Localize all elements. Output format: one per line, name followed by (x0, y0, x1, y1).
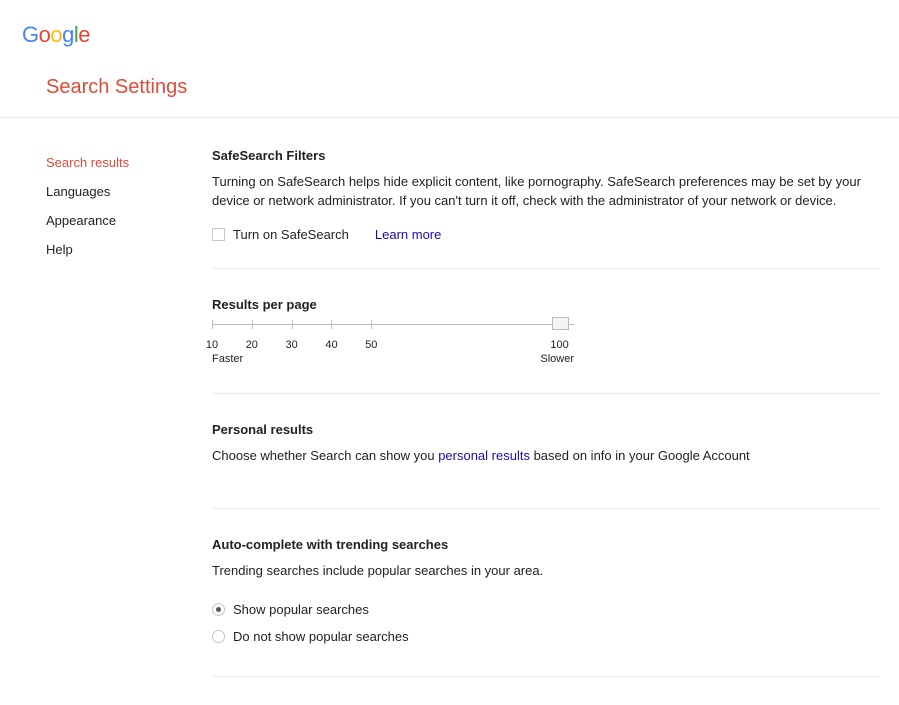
results-per-page-title: Results per page (212, 297, 880, 312)
sidebar: Search results Languages Appearance Help (46, 148, 212, 705)
safesearch-checkbox[interactable] (212, 228, 225, 241)
slider-label: 30 (286, 339, 298, 351)
autocomplete-title: Auto-complete with trending searches (212, 537, 880, 552)
personal-desc: Choose whether Search can show you perso… (212, 447, 880, 466)
learn-more-link[interactable]: Learn more (375, 227, 441, 242)
slider-tick (292, 320, 293, 329)
autocomplete-desc: Trending searches include popular search… (212, 562, 880, 581)
radio-show-popular[interactable] (212, 603, 225, 616)
safesearch-checkbox-label[interactable]: Turn on SafeSearch (233, 227, 349, 242)
section-autocomplete: Auto-complete with trending searches Tre… (212, 537, 880, 678)
section-personal-results: Personal results Choose whether Search c… (212, 422, 880, 509)
slider-handle[interactable] (552, 317, 569, 330)
results-slider[interactable]: 10 20 30 40 50 100 Faster Slower (212, 324, 574, 367)
safesearch-desc: Turning on SafeSearch helps hide explici… (212, 173, 880, 211)
personal-title: Personal results (212, 422, 880, 437)
autocomplete-option-hide[interactable]: Do not show popular searches (212, 623, 880, 650)
safesearch-title: SafeSearch Filters (212, 148, 880, 163)
main: SafeSearch Filters Turning on SafeSearch… (212, 148, 880, 705)
slider-labels: 10 20 30 40 50 100 (212, 339, 574, 353)
slider-label: 10 (206, 339, 218, 351)
header: Google (0, 0, 899, 48)
autocomplete-option-show[interactable]: Show popular searches (212, 596, 880, 623)
slider-hints: Faster Slower (212, 353, 574, 367)
slider-track (212, 324, 574, 325)
slider-tick (371, 320, 372, 329)
slider-label: 40 (325, 339, 337, 351)
sidebar-item-appearance[interactable]: Appearance (46, 206, 212, 235)
slider-label: 20 (246, 339, 258, 351)
sidebar-item-languages[interactable]: Languages (46, 177, 212, 206)
slider-faster-hint: Faster (212, 353, 243, 365)
personal-results-link[interactable]: personal results (438, 448, 530, 463)
sidebar-item-help[interactable]: Help (46, 235, 212, 264)
slider-label: 50 (365, 339, 377, 351)
slider-tick (212, 320, 213, 329)
sidebar-item-search-results[interactable]: Search results (46, 148, 212, 177)
page-title: Search Settings (0, 48, 899, 118)
personal-desc-post: based on info in your Google Account (530, 448, 750, 463)
safesearch-toggle-row: Turn on SafeSearch Learn more (212, 227, 880, 242)
slider-slower-hint: Slower (540, 353, 574, 365)
slider-tick (331, 320, 332, 329)
content: Search results Languages Appearance Help… (0, 118, 880, 705)
radio-hide-popular-label: Do not show popular searches (233, 629, 409, 644)
radio-show-popular-label: Show popular searches (233, 602, 369, 617)
radio-hide-popular[interactable] (212, 630, 225, 643)
slider-label: 100 (550, 339, 568, 351)
section-results-per-page: Results per page 10 20 30 40 50 (212, 297, 880, 394)
section-safesearch: SafeSearch Filters Turning on SafeSearch… (212, 148, 880, 269)
personal-desc-pre: Choose whether Search can show you (212, 448, 438, 463)
slider-tick (252, 320, 253, 329)
google-logo[interactable]: Google (22, 22, 90, 47)
